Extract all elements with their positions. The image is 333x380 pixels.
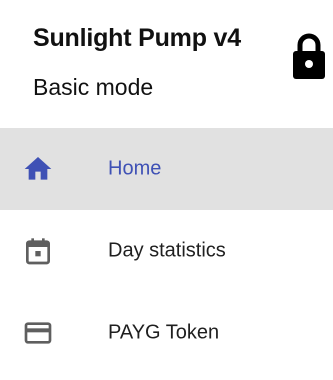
app-title: Sunlight Pump v4 [33, 24, 241, 52]
nav-item-day-statistics[interactable]: Day statistics [0, 210, 333, 292]
home-icon [24, 157, 52, 180]
nav-menu: Home Day statistics PAYG Token [0, 128, 333, 374]
drawer-header: Sunlight Pump v4 Basic mode [0, 0, 333, 128]
lock-icon[interactable] [290, 30, 328, 80]
nav-item-label: PAYG Token [108, 321, 220, 344]
nav-item-label: Home [108, 157, 162, 180]
nav-item-payg-token[interactable]: PAYG Token [0, 292, 333, 374]
nav-item-label: Day statistics [108, 239, 226, 262]
credit-card-icon [24, 322, 52, 344]
app-mode: Basic mode [33, 74, 154, 100]
calendar-icon [26, 238, 50, 265]
nav-item-home[interactable]: Home [0, 128, 333, 210]
